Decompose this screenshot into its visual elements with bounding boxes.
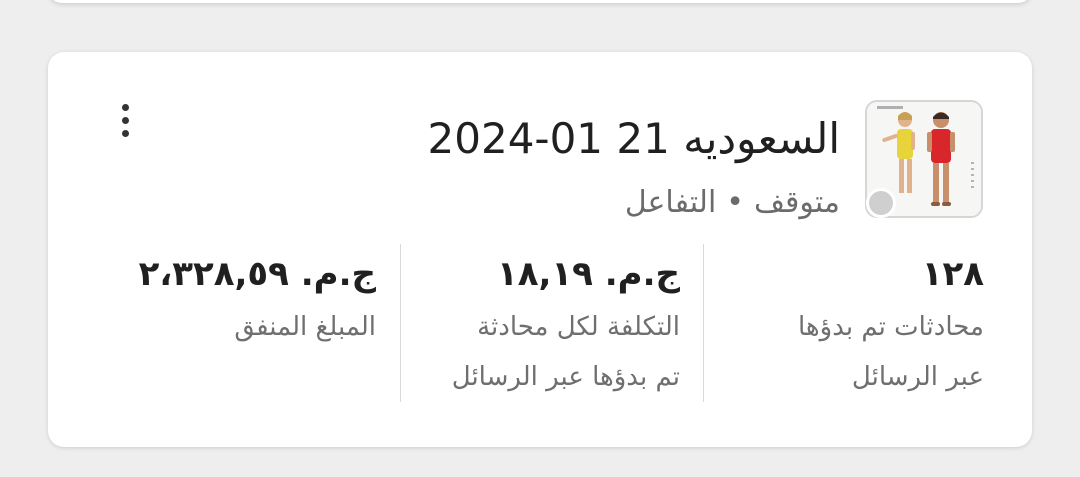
kebab-dot: [121, 129, 129, 137]
metric-label: المبلغ المنفق: [96, 302, 376, 352]
metric-label-line: تم بدؤها عبر الرسائل: [451, 362, 680, 392]
metric-value: ج.م. ١٨,١٩: [496, 254, 680, 294]
campaign-subtitle: متوقف • التفاعل: [625, 185, 840, 220]
campaign-title[interactable]: السعوديه 21 01-2024: [428, 114, 840, 163]
metric-value: ١٢٨: [921, 254, 984, 294]
more-options-icon[interactable]: [110, 100, 140, 140]
metric-amount-spent[interactable]: ج.م. ٢،٣٢٨,٥٩ المبلغ المنفق: [96, 248, 376, 352]
metric-label: محادثات تم بدؤها عبر الرسائل: [724, 302, 984, 402]
status-dot-icon: [866, 188, 896, 218]
metric-divider: [400, 244, 401, 402]
status-text: متوقف: [753, 185, 840, 220]
metric-divider: [703, 244, 704, 402]
kebab-dot: [121, 116, 129, 124]
metric-label-line: محادثات تم بدؤها: [798, 312, 984, 342]
objective-text: التفاعل: [624, 185, 717, 220]
metric-label-line: عبر الرسائل: [851, 362, 984, 392]
separator-dot: •: [726, 185, 744, 220]
metric-conversations[interactable]: ١٢٨ محادثات تم بدؤها عبر الرسائل: [724, 248, 984, 402]
metric-label-line: المبلغ المنفق: [234, 312, 376, 342]
campaign-card[interactable]: السعوديه 21 01-2024 متوقف • التفاعل ١٢٨ مح…: [48, 52, 1032, 447]
previous-card-edge: [48, 0, 1032, 3]
metric-value: ج.م. ٢،٣٢٨,٥٩: [138, 254, 376, 294]
metric-cost-per-conversation[interactable]: ج.م. ١٨,١٩ التكلفة لكل محادثة تم بدؤها ع…: [400, 248, 680, 402]
metric-label: التكلفة لكل محادثة تم بدؤها عبر الرسائل: [400, 302, 680, 402]
kebab-dot: [121, 103, 129, 111]
metric-label-line: التكلفة لكل محادثة: [477, 312, 680, 342]
